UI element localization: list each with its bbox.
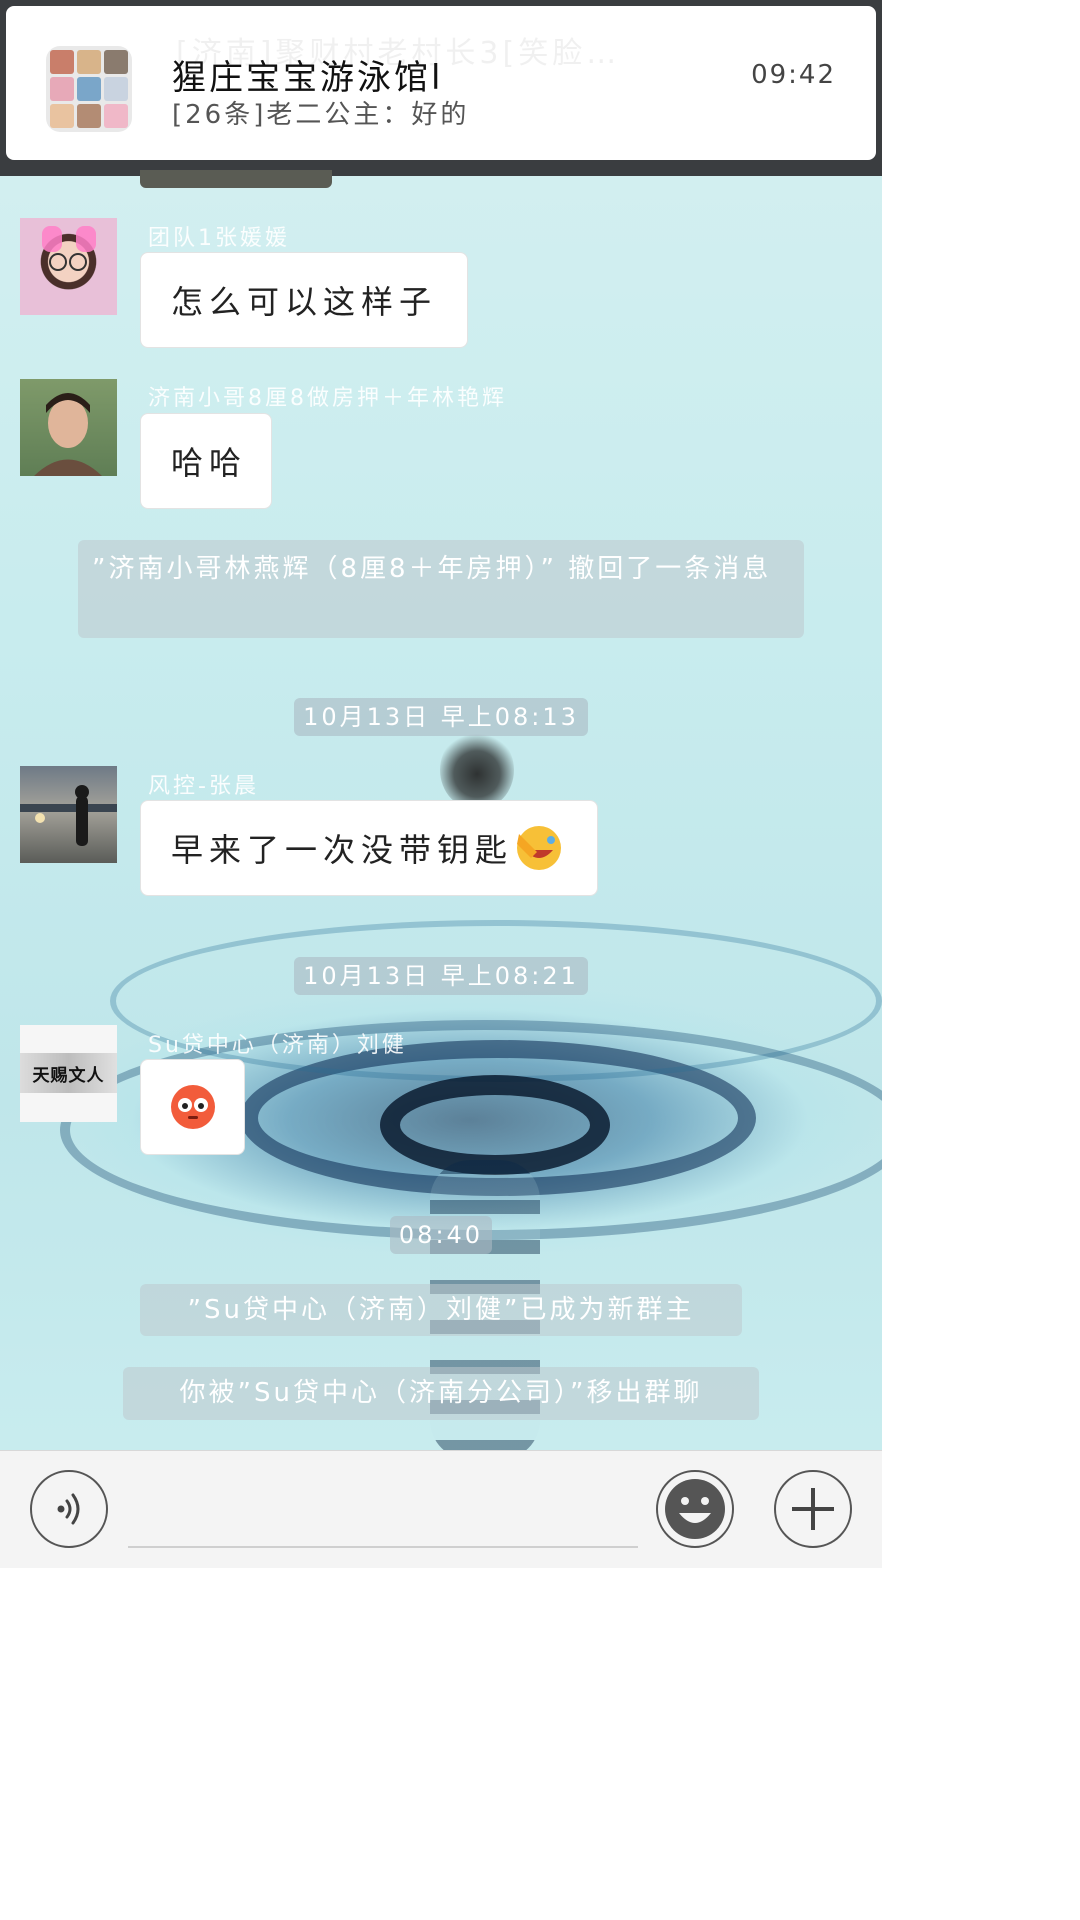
flushed-emoji-icon (171, 1085, 215, 1129)
chat-screen: [济南]聚财村老村长3[笑脸… 猩庄宝宝游泳馆l [26条]老二公主：好的 09… (0, 0, 882, 1568)
timestamp: 10月13日 早上08:21 (294, 957, 588, 995)
voice-icon (57, 1493, 80, 1525)
sender-name: 风控-张晨 (148, 774, 259, 799)
emoji-icon (665, 1479, 725, 1539)
image-message-peek[interactable] (140, 170, 332, 188)
system-notice: 你被”Su贷中心（济南分公司）”移出群聊 (123, 1367, 759, 1420)
system-notice-text: ”济南小哥林燕辉（8厘8＋年房押）” 撤回了一条消息 (92, 554, 772, 584)
sender-name: 团队1张媛媛 (148, 226, 290, 251)
avatar-photo (42, 226, 96, 271)
timestamp: 10月13日 早上08:13 (294, 698, 588, 736)
add-button[interactable] (774, 1470, 852, 1548)
avatar-photo (20, 785, 117, 846)
timestamp: 08:40 (390, 1216, 492, 1254)
sender-name: Su贷中心（济南）刘健 (148, 1033, 407, 1058)
avatar[interactable] (20, 766, 117, 863)
message-bubble[interactable] (140, 1059, 245, 1155)
calligraphy-text: 天赐文人 (32, 1065, 105, 1086)
system-notice: ”济南小哥林燕辉（8厘8＋年房押）” 撤回了一条消息 (78, 540, 804, 638)
avatar-photo (34, 393, 102, 476)
avatar[interactable] (20, 379, 117, 476)
notification-group-name: 猩庄宝宝游泳馆l (172, 58, 444, 98)
avatar[interactable]: 天赐文人 (20, 1025, 117, 1122)
water-drop (440, 730, 514, 810)
message-text: 早来了一次没带钥匙 (171, 831, 514, 869)
message-input[interactable] (128, 1546, 638, 1548)
facepalm-emoji-icon (517, 826, 562, 870)
system-notice: ”Su贷中心（济南）刘健”已成为新群主 (140, 1284, 742, 1336)
input-bar (0, 1450, 882, 1568)
voice-button[interactable] (30, 1470, 108, 1548)
plus-icon (792, 1488, 834, 1530)
notification-preview: [26条]老二公主：好的 (172, 100, 470, 130)
message-bubble[interactable]: 哈哈 (140, 413, 272, 509)
sender-name: 济南小哥8厘8做房押＋年林艳辉 (148, 386, 507, 411)
message-bubble[interactable]: 怎么可以这样子 (140, 252, 468, 348)
message-bubble[interactable]: 早来了一次没带钥匙 (140, 800, 598, 896)
emoji-button[interactable] (656, 1470, 734, 1548)
avatar[interactable] (20, 218, 117, 315)
notification-time: 09:42 (751, 60, 836, 90)
calligraphy-banner: 天赐文人 (20, 1053, 117, 1093)
group-avatar (46, 46, 132, 132)
notification-banner[interactable]: [济南]聚财村老村长3[笑脸… 猩庄宝宝游泳馆l [26条]老二公主：好的 09… (6, 6, 876, 160)
